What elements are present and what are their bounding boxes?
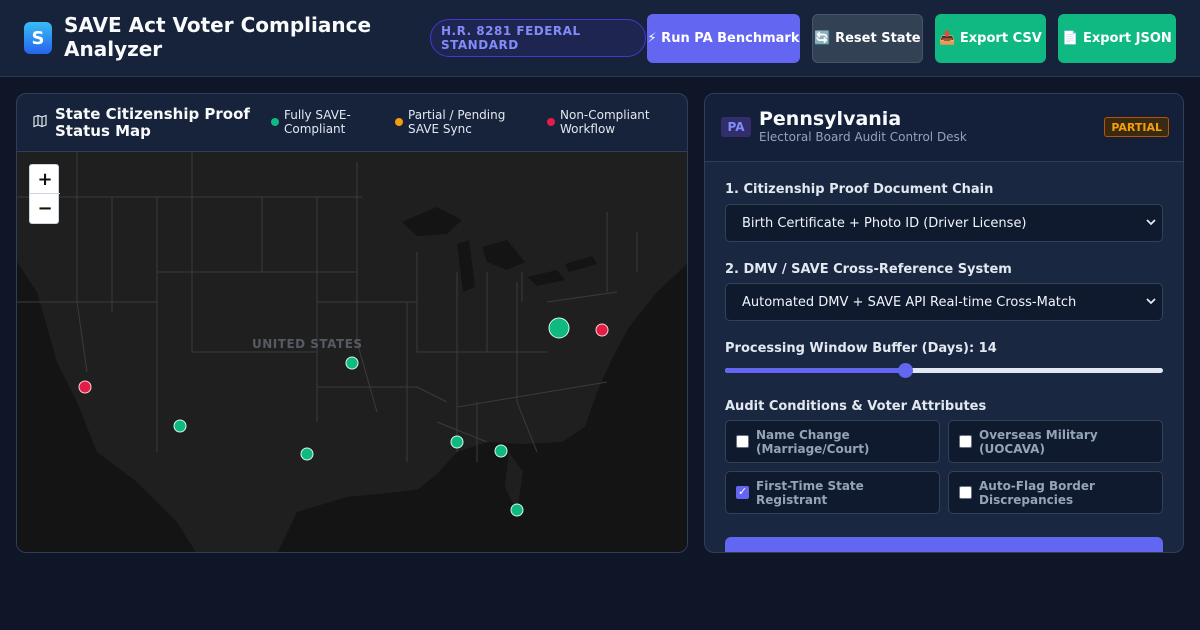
state-marker-ks xyxy=(345,356,359,370)
attr-label: Name Change (Marriage/Court) xyxy=(756,428,870,456)
status-badge: PARTIAL xyxy=(1104,117,1169,137)
map-icon xyxy=(33,114,47,132)
desk-header: PA Pennsylvania Electoral Board Audit Co… xyxy=(705,94,1183,162)
attr-checkbox[interactable] xyxy=(959,435,972,448)
state-name: Pennsylvania xyxy=(759,108,902,130)
slider-fill xyxy=(725,368,905,373)
attr-label: Auto-Flag Border Discrepancies xyxy=(979,479,1095,507)
state-marker-tx xyxy=(300,447,314,461)
map-panel-header: State Citizenship Proof Status Map Fully… xyxy=(17,94,687,152)
crossref-label: 2. DMV / SAVE Cross-Reference System xyxy=(725,262,1012,277)
buffer-label: Processing Window Buffer (Days): 14 xyxy=(725,341,997,356)
attr-label: Overseas Military (UOCAVA) xyxy=(979,428,1098,456)
legend-partial: Partial / Pending SAVE Sync xyxy=(395,108,535,136)
run-audit-button[interactable] xyxy=(725,537,1163,552)
crossref-value: Automated DMV + SAVE API Real-time Cross… xyxy=(742,294,1077,310)
reset-state-button[interactable]: 🔄 Reset State xyxy=(812,14,923,63)
export-csv-button[interactable]: 📥 Export CSV xyxy=(935,14,1046,63)
attr-name-change[interactable]: Name Change (Marriage/Court) xyxy=(725,420,940,463)
state-marker-nj xyxy=(595,323,609,337)
zoom-in-button[interactable]: + xyxy=(30,165,60,194)
state-marker-ga xyxy=(494,444,508,458)
state-markers[interactable] xyxy=(17,152,688,553)
zoom-out-button[interactable]: − xyxy=(30,194,60,223)
legend-noncompliant: Non-Compliant Workflow xyxy=(547,108,677,136)
map-canvas[interactable]: UNITED STATES + − xyxy=(17,152,688,553)
audit-desk-panel: PA Pennsylvania Electoral Board Audit Co… xyxy=(704,93,1184,553)
legend-dot-icon xyxy=(395,118,403,126)
zoom-control: + − xyxy=(29,164,60,224)
doc-chain-label: 1. Citizenship Proof Document Chain xyxy=(725,182,994,197)
legend-dot-icon xyxy=(271,118,279,126)
state-marker-fl xyxy=(510,503,524,517)
attr-first-time[interactable]: First-Time State Registrant xyxy=(725,471,940,514)
chevron-down-icon xyxy=(1146,217,1156,230)
status-map-panel: State Citizenship Proof Status Map Fully… xyxy=(16,93,688,553)
state-marker-pa xyxy=(548,317,570,339)
legend-dot-icon xyxy=(547,118,555,126)
doc-chain-value: Birth Certificate + Photo ID (Driver Lic… xyxy=(742,215,1027,231)
attr-checkbox[interactable] xyxy=(736,435,749,448)
attr-checkbox[interactable] xyxy=(736,485,749,499)
map-title: State Citizenship Proof Status Map xyxy=(55,105,250,140)
conditions-label: Audit Conditions & Voter Attributes xyxy=(725,399,987,414)
app-header: S SAVE Act Voter Compliance Analyzer H.R… xyxy=(0,0,1200,77)
state-abbr-badge: PA xyxy=(721,117,751,137)
attr-checkbox[interactable] xyxy=(959,486,972,499)
crossref-select[interactable]: Automated DMV + SAVE API Real-time Cross… xyxy=(725,283,1163,321)
state-marker-al xyxy=(450,435,464,449)
run-benchmark-button[interactable]: ⚡ Run PA Benchmark xyxy=(647,14,800,63)
state-marker-az xyxy=(173,419,187,433)
state-marker-ca xyxy=(78,380,92,394)
export-json-button[interactable]: 📄 Export JSON xyxy=(1058,14,1176,63)
app-logo: S xyxy=(24,22,52,54)
legend-compliant: Fully SAVE-Compliant xyxy=(271,108,381,136)
doc-chain-select[interactable]: Birth Certificate + Photo ID (Driver Lic… xyxy=(725,204,1163,242)
standard-badge: H.R. 8281 FEDERAL STANDARD xyxy=(430,19,646,57)
attr-border-flag[interactable]: Auto-Flag Border Discrepancies xyxy=(948,471,1163,514)
attr-label: First-Time State Registrant xyxy=(756,479,864,507)
attr-overseas-military[interactable]: Overseas Military (UOCAVA) xyxy=(948,420,1163,463)
buffer-slider[interactable] xyxy=(725,363,1163,378)
chevron-down-icon xyxy=(1146,296,1156,309)
desk-subtitle: Electoral Board Audit Control Desk xyxy=(759,130,967,144)
app-title: SAVE Act Voter Compliance Analyzer xyxy=(64,13,372,61)
slider-handle[interactable] xyxy=(897,363,913,378)
